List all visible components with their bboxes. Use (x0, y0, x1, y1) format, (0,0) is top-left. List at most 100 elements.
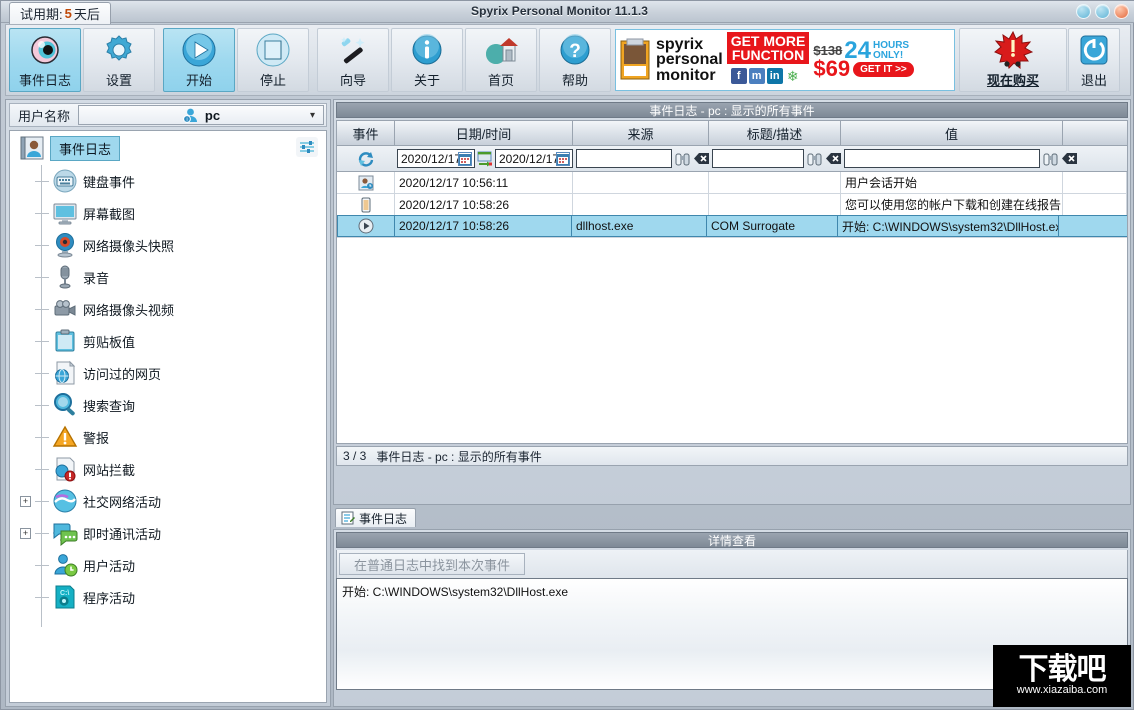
tree-item-label: 屏幕截图 (83, 206, 136, 222)
info-icon (410, 31, 444, 69)
table-row[interactable]: 2020/12/17 10:56:11 用户会话开始 (337, 172, 1127, 194)
filter-source-cell (573, 146, 709, 172)
title-filter-input[interactable] (712, 149, 804, 168)
close-button[interactable] (1114, 4, 1129, 19)
toolbar-label-buy-now: 现在购买 (986, 73, 1039, 88)
blocked-site-icon (51, 455, 79, 483)
binoculars-icon[interactable] (1042, 150, 1059, 167)
promo-banner[interactable]: spyrix personal monitor GET MORE FUNCTIO… (615, 29, 955, 91)
tree-branch-line (35, 372, 49, 374)
find-in-general-log-button[interactable]: 在普通日志中找到本次事件 (339, 553, 526, 575)
tree-item-audio-recording[interactable]: 录音 (10, 261, 326, 293)
toolbar-button-stop[interactable]: 停止 (237, 28, 309, 92)
tree-item-program-activity[interactable]: C:\ 程序活动 (10, 581, 326, 613)
grid-column-datetime[interactable]: 日期/时间 (395, 121, 573, 146)
tree-item-visited-pages[interactable]: 访问过的网页 (10, 357, 326, 389)
grid-column-source[interactable]: 来源 (573, 121, 709, 146)
toolbar-label-wizard: 向导 (339, 73, 366, 88)
social-network-icon (51, 487, 79, 515)
trial-period-tab[interactable]: 试用期: 5 天后 (9, 2, 111, 24)
grid-status-bar: 3 / 3 事件日志 - pc : 显示的所有事件 (336, 446, 1128, 466)
source-filter-input[interactable] (576, 149, 672, 168)
calendar-icon[interactable] (556, 152, 570, 166)
application-window: Spyrix Personal Monitor 11.1.3 试用期: 5 天后… (0, 0, 1134, 710)
tree-branch-line (35, 532, 49, 534)
tree-item-webcam-video[interactable]: 网络摄像头视频 (10, 293, 326, 325)
grid-column-event[interactable]: 事件 (337, 121, 395, 146)
sidebar-panel: 用户名称 i pc ▾ 事件日志 键盘事件 屏幕截图 网络摄像头快照 录音 网络… (5, 99, 331, 707)
maximize-button[interactable] (1095, 4, 1110, 19)
clear-filter-icon[interactable] (1061, 150, 1078, 167)
trial-label-prefix: 试用期: (20, 7, 63, 22)
keyboard-icon (51, 167, 79, 195)
tab-event-log[interactable]: 事件日志 (335, 508, 417, 527)
toolbar-button-wizard[interactable]: 向导 (317, 28, 389, 92)
magnifier-icon (51, 391, 79, 419)
binoculars-icon[interactable] (806, 150, 823, 167)
tree-item-label: 即时通讯活动 (83, 526, 162, 542)
product-boxart-icon (616, 30, 656, 90)
date-to-input[interactable]: 2020/12/17 (495, 149, 573, 168)
toolbar-button-about[interactable]: 关于 (391, 28, 463, 92)
grid-column-spare[interactable] (1063, 121, 1128, 146)
logbook-icon (18, 134, 46, 162)
toolbar-button-home[interactable]: 首页 (465, 28, 537, 92)
value-filter-input[interactable] (844, 149, 1040, 168)
tree-item-blocked-sites[interactable]: 网站拦截 (10, 453, 326, 485)
toolbar-button-help[interactable]: ? 帮助 (539, 28, 611, 92)
expand-plus-icon[interactable]: + (20, 495, 31, 507)
banner-brand: spyrix personal monitor (656, 30, 727, 90)
stop-icon (255, 31, 291, 69)
gear-icon (102, 31, 136, 69)
tree-item-screenshots[interactable]: 屏幕截图 (10, 197, 326, 229)
expand-plus-icon[interactable]: + (20, 527, 31, 539)
toolbar-label-home: 首页 (487, 73, 514, 88)
table-row[interactable]: 2020/12/17 10:58:26 您可以使用您的帐户下载和创建在线报告 (337, 194, 1127, 216)
grid-column-value[interactable]: 值 (841, 121, 1063, 146)
tree-item-clipboard-values[interactable]: 剪贴板值 (10, 325, 326, 357)
refresh-icon[interactable] (357, 150, 375, 168)
row-datetime: 2020/12/17 10:56:11 (395, 172, 573, 193)
toolbar-button-exit[interactable]: 退出 (1068, 28, 1120, 92)
minimize-button[interactable] (1076, 4, 1091, 19)
tree-branch-line (35, 404, 49, 406)
window-title: Spyrix Personal Monitor 11.1.3 (471, 4, 649, 18)
linkedin-icon[interactable]: in (766, 68, 783, 84)
user-select-combo[interactable]: i pc ▾ (78, 105, 324, 125)
calendar-icon[interactable] (458, 152, 472, 166)
myspace-icon[interactable]: m (748, 68, 765, 84)
facebook-icon[interactable]: f (730, 68, 747, 84)
toolbar-button-settings[interactable]: 设置 (83, 28, 155, 92)
tree-item-search-queries[interactable]: 搜索查询 (10, 389, 326, 421)
date-range-icon[interactable] (477, 151, 493, 167)
filter-value-cell (841, 146, 1127, 172)
site-watermark: 下载吧 www.xiazaiba.com (993, 645, 1131, 707)
grid-status-text: 事件日志 - pc : 显示的所有事件 (376, 449, 542, 464)
tree-root-event-log[interactable]: 事件日志 (10, 131, 326, 165)
tree-item-alerts[interactable]: 警报 (10, 421, 326, 453)
banner-price: $69 (813, 56, 851, 82)
tree-item-instant-messengers[interactable]: + 即时通讯活动 (10, 517, 326, 549)
binoculars-icon[interactable] (674, 150, 691, 167)
user-name-value: pc (204, 107, 221, 123)
banner-cta-button[interactable]: GET IT >> (853, 62, 914, 78)
clear-filter-icon[interactable] (693, 150, 710, 167)
icq-icon[interactable]: ❄ (784, 68, 801, 84)
trial-days: 5 (64, 6, 72, 21)
table-row[interactable]: 2020/12/17 10:58:26 dllhost.exe COM Surr… (337, 215, 1127, 238)
title-bar: Spyrix Personal Monitor 11.1.3 (1, 1, 1134, 23)
tree-item-webcam-snapshots[interactable]: 网络摄像头快照 (10, 229, 326, 261)
toolbar-button-buy-now[interactable]: 现在购买 (959, 28, 1067, 92)
banner-get-more: GET MORE FUNCTION (726, 32, 810, 64)
tab-event-log-label: 事件日志 (359, 511, 408, 526)
web-page-icon (51, 359, 79, 387)
grid-column-title[interactable]: 标题/描述 (709, 121, 841, 146)
date-from-input[interactable]: 2020/12/17 (397, 149, 475, 168)
tree-item-keyboard-events[interactable]: 键盘事件 (10, 165, 326, 197)
tree-item-label: 网络摄像头视频 (83, 302, 175, 318)
tree-item-social-networks[interactable]: + 社交网络活动 (10, 485, 326, 517)
clear-filter-icon[interactable] (825, 150, 842, 167)
toolbar-button-start[interactable]: 开始 (163, 28, 235, 92)
toolbar-button-event-log[interactable]: 事件日志 (9, 28, 81, 92)
tree-item-user-activity[interactable]: 用户活动 (10, 549, 326, 581)
